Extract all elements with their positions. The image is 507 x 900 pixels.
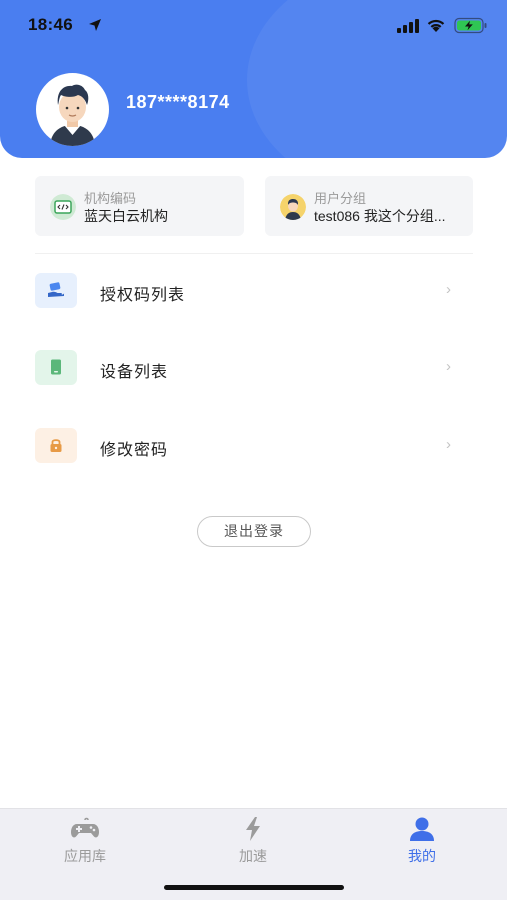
device-icon [35,350,77,385]
status-bar: 18:46 [0,0,507,52]
card-label: 机构编码 [84,191,137,206]
chevron-right-icon: › [446,281,451,298]
wifi-icon [427,19,445,32]
gamepad-icon [71,817,99,838]
chevron-right-icon: › [446,436,451,453]
code-icon [50,194,76,220]
card-label: 用户分组 [314,191,367,206]
divider [35,253,473,254]
organization-code-card: 机构编码 蓝天白云机构 [35,176,244,236]
tab-label: 应用库 [64,848,106,864]
location-arrow-icon [89,19,101,31]
user-avatar-icon [280,194,306,220]
tab-mine[interactable]: 我的 [372,817,472,877]
lightning-icon [246,817,260,841]
card-value: test086 我这个分组... [314,208,446,224]
user-group-card: 用户分组 test086 我这个分组... [265,176,473,236]
menu-item-auth-codes[interactable]: 授权码列表 › [35,273,473,313]
home-indicator[interactable] [164,885,344,890]
tab-app-library[interactable]: 应用库 [35,817,135,877]
chevron-right-icon: › [446,358,451,375]
phone-number: 187****8174 [126,92,230,112]
user-avatar-icon [50,84,95,146]
menu-item-label: 修改密码 [100,442,169,459]
status-time: 18:46 [28,15,73,34]
tab-accelerate[interactable]: 加速 [203,817,303,877]
menu-item-change-password[interactable]: 修改密码 › [35,428,473,468]
battery-charging-icon [454,17,487,34]
menu-item-label: 授权码列表 [100,287,186,304]
card-value: 蓝天白云机构 [84,208,168,224]
avatar[interactable] [36,73,109,146]
tab-label: 加速 [239,848,267,864]
logout-button[interactable]: 退出登录 [197,516,311,547]
menu-item-devices[interactable]: 设备列表 › [35,350,473,390]
cellular-signal-icon [397,19,419,33]
tab-label: 我的 [408,848,436,864]
hand-card-icon [35,273,77,308]
lock-icon [35,428,77,463]
person-icon [410,817,434,841]
menu-item-label: 设备列表 [100,364,169,381]
